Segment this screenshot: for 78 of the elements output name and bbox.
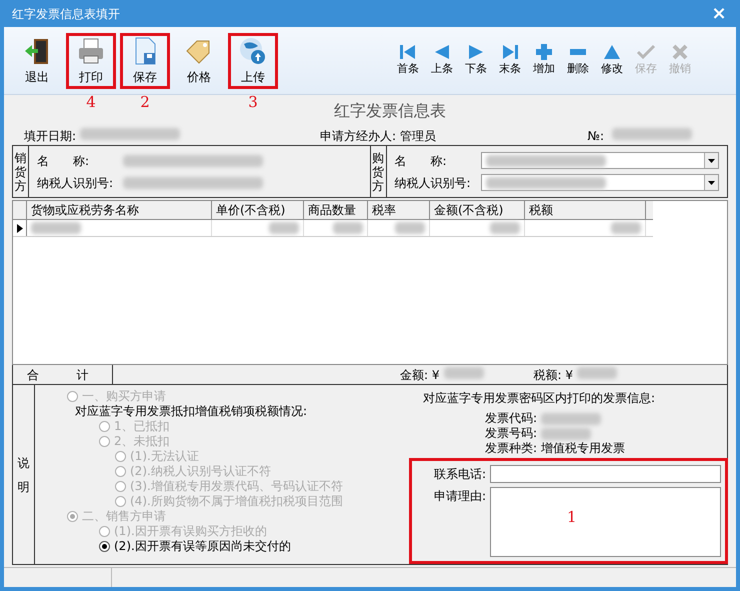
nav-button[interactable]: 首条 [392,43,424,78]
minus-icon [570,49,586,56]
redacted-value [269,222,299,234]
first-record-icon [398,43,418,62]
totals-label: 计 [53,365,113,384]
field-label: 联系电话: [432,466,486,483]
annotation-number: 4 [86,92,96,112]
option-label: 2、未抵扣 [114,434,170,449]
totals-label: 合 [26,366,40,384]
invoice-type-text: 发票种类: 增值税专用发票 [485,441,626,456]
window-title: 红字发票信息表填开 [12,6,120,22]
dropdown-field[interactable] [480,174,719,191]
nav-button[interactable]: 末条 [494,43,526,78]
warning-triangle-icon [602,43,622,62]
toolbar-button[interactable]: 上传 [228,32,278,88]
field-label: 名 称: [394,152,448,170]
redacted-value [31,222,81,234]
option-label: (3).增值税专用发票代码、号码认证不符 [130,479,343,494]
nav-button[interactable]: 增加 [528,43,560,78]
annotation-number: 1 [567,507,577,528]
reason-field[interactable] [490,487,721,557]
notes-label: 说明 [13,385,35,564]
field-label: 发票代码: [485,411,538,426]
annotation-number: 3 [248,92,258,112]
option-label: (1).无法认证 [130,449,199,464]
plus-icon [534,43,554,62]
field-label: 纳税人识别号: [394,174,472,192]
column-header: 商品数量 [304,201,368,219]
column-header: 金额(不含税) [430,201,525,219]
cross-icon [670,43,690,62]
option-label: 一、购买方申请 [82,389,166,404]
nav-button[interactable]: 删除 [562,43,594,78]
field-label: 申请理由: [432,488,486,505]
redacted-value [541,412,602,424]
dropdown-field[interactable] [480,152,719,169]
nav-button[interactable]: 上条 [426,43,458,78]
handler-text: 申请方经办人: 管理员 [320,128,436,145]
form-heading: 红字发票信息表 [334,100,446,122]
party-label: 购货方 [370,146,386,197]
redacted-value [541,428,592,440]
toolbar-button[interactable]: 价格 [174,32,224,88]
number-label: №: [587,128,604,145]
annotation-number: 2 [140,92,150,112]
redacted-value [395,222,425,234]
phone-field[interactable] [490,465,721,483]
field-label: 纳税人识别号: [37,174,114,192]
column-header: 单价(不含税) [212,201,304,219]
column-header: 货物或应税劳务名称 [27,201,212,219]
field-label: 名 称: [37,152,90,170]
toolbar-button[interactable]: 保存 [120,32,170,88]
nav-button[interactable]: 修改 [596,43,628,78]
date-label: 填开日期: [24,128,76,145]
redacted-value [333,222,363,234]
column-header: 税率 [368,201,430,219]
last-record-icon [500,43,520,62]
amount-label: 金额: ¥ [400,366,440,384]
nav-button[interactable]: 下条 [460,43,492,78]
option-label: 二、销售方申请 [82,509,166,524]
tax-label: 税额: ¥ [534,366,573,384]
field-label: 发票号码: [485,426,538,441]
redacted-value [490,222,520,234]
checkmark-icon [636,43,656,62]
option-label: 1、已抵扣 [114,419,170,434]
party-label: 销货方 [13,146,29,197]
toolbar-button[interactable]: 打印 [66,32,116,88]
invoice-info-title: 对应蓝字专用发票密码区内打印的发票信息: [422,390,656,407]
section-label: 对应蓝字专用发票抵扣增值税销项税额情况: [75,404,308,419]
redacted-value [577,366,617,378]
printer-icon [76,36,106,66]
redacted-value [611,222,641,234]
option-label: (2).纳税人识别号认证不符 [130,464,271,479]
option-label: (1).因开票有误购买方拒收的 [114,524,267,539]
toolbar-button[interactable]: 退出 [12,32,62,88]
globe-upload-icon [238,36,268,66]
redacted-value [444,366,484,378]
option-label: (4).所购货物不属于增值税扣税项目范围 [130,494,343,509]
column-header: 税额 [525,201,646,219]
option-label: (2).因开票有误等原因尚未交付的 [114,539,291,554]
